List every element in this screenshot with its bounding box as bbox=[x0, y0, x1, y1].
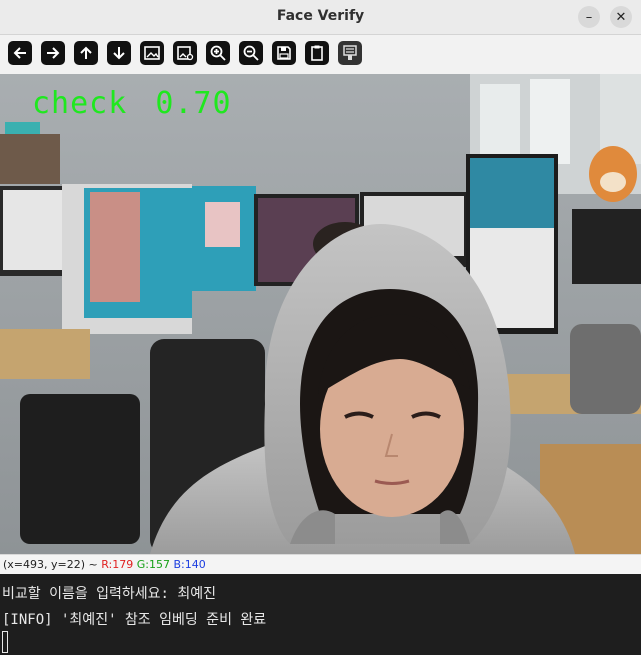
overlay-label: check bbox=[32, 86, 128, 121]
zoom-out-icon bbox=[243, 45, 259, 61]
pan-down-button[interactable] bbox=[107, 41, 131, 65]
minimize-icon: – bbox=[585, 9, 593, 25]
verification-overlay: check 0.70 bbox=[32, 86, 232, 121]
image-icon bbox=[144, 46, 160, 60]
properties-icon bbox=[343, 45, 357, 60]
pixel-green-value: G:157 bbox=[136, 558, 170, 571]
close-button[interactable]: ✕ bbox=[610, 6, 632, 28]
save-icon bbox=[277, 46, 291, 60]
terminal-line-info: [INFO] '최예진' 참조 임베딩 준비 완료 bbox=[2, 612, 267, 628]
clipboard-icon bbox=[311, 45, 323, 61]
cursor-coords: (x=493, y=22) ~ bbox=[3, 558, 98, 571]
pan-left-button[interactable] bbox=[8, 41, 32, 65]
zoom-fit-button[interactable] bbox=[140, 41, 164, 65]
toolbar bbox=[0, 35, 641, 74]
camera-view[interactable]: check 0.70 bbox=[0, 74, 641, 554]
close-icon: ✕ bbox=[615, 9, 627, 25]
pan-up-button[interactable] bbox=[74, 41, 98, 65]
terminal-line-prompt: 비교할 이름을 입력하세요: 최예진 bbox=[2, 586, 217, 602]
arrow-up-icon bbox=[80, 46, 92, 59]
pixel-red-value: R:179 bbox=[101, 558, 134, 571]
zoom-out-button[interactable] bbox=[239, 41, 263, 65]
arrow-down-icon bbox=[113, 47, 125, 60]
pixel-status-bar: (x=493, y=22) ~ R:179 G:157 B:140 bbox=[0, 554, 641, 574]
window-title: Face Verify bbox=[276, 8, 365, 24]
overlay-score: 0.70 bbox=[155, 86, 232, 121]
arrow-right-icon bbox=[47, 47, 60, 59]
zoom-in-button[interactable] bbox=[206, 41, 230, 65]
terminal-output[interactable]: 비교할 이름을 입력하세요: 최예진 [INFO] '최예진' 참조 임베딩 준… bbox=[0, 575, 641, 655]
window-titlebar: Face Verify – ✕ bbox=[0, 0, 641, 35]
pan-right-button[interactable] bbox=[41, 41, 65, 65]
zoom-actual-button[interactable] bbox=[173, 41, 197, 65]
zoom-in-icon bbox=[210, 45, 226, 61]
terminal-cursor bbox=[2, 631, 8, 653]
minimize-button[interactable]: – bbox=[578, 6, 600, 28]
image-settings-icon bbox=[177, 46, 194, 61]
pixel-blue-value: B:140 bbox=[173, 558, 206, 571]
copy-button[interactable] bbox=[305, 41, 329, 65]
camera-frame-image bbox=[0, 74, 641, 554]
properties-button[interactable] bbox=[338, 41, 362, 65]
save-button[interactable] bbox=[272, 41, 296, 65]
arrow-left-icon bbox=[13, 47, 26, 59]
